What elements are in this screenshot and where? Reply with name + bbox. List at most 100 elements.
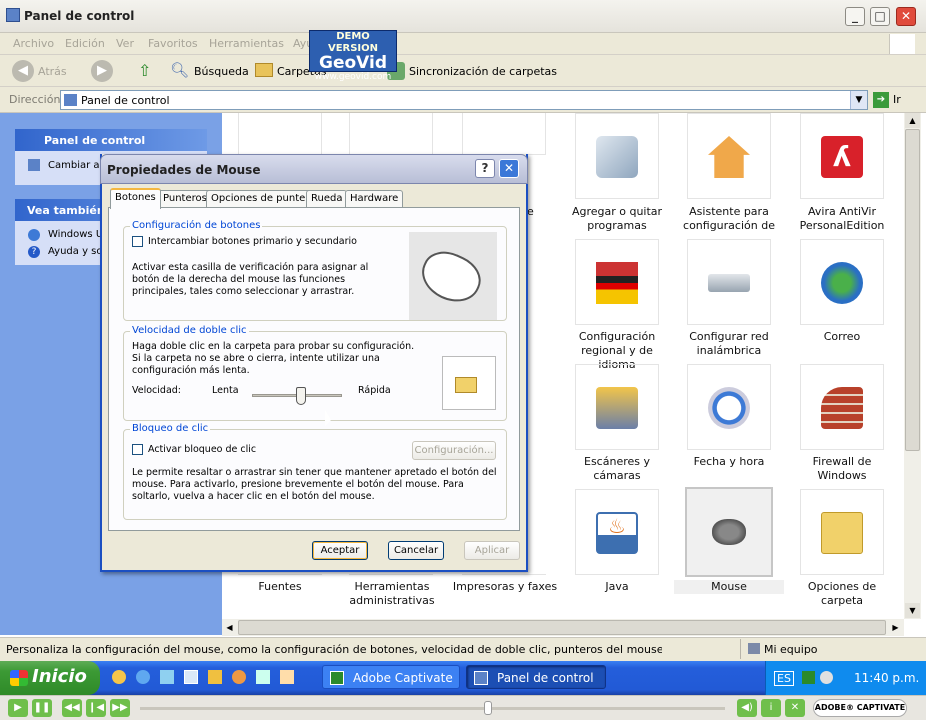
menu-ver[interactable]: Ver xyxy=(116,37,134,50)
watermark-line1: DEMO VERSION xyxy=(327,31,379,54)
menu-favoritos[interactable]: Favoritos xyxy=(148,37,198,50)
horizontal-scrollbar[interactable]: ◀ ▶ xyxy=(222,619,904,636)
quick-launch-icon[interactable] xyxy=(256,670,270,684)
dialog-close-button[interactable]: ✕ xyxy=(499,159,519,178)
swap-buttons-checkbox[interactable] xyxy=(132,236,143,247)
avira-tile[interactable]: ʎ xyxy=(800,113,884,199)
quick-launch-icon[interactable] xyxy=(280,670,294,684)
scroll-left-icon[interactable]: ◀ xyxy=(222,620,237,635)
volume-icon[interactable]: ◀) xyxy=(737,699,757,717)
minimize-button[interactable]: _ xyxy=(845,7,865,26)
address-label: Dirección xyxy=(9,93,61,106)
help-button[interactable]: ? xyxy=(475,159,495,178)
folder-options-tile[interactable] xyxy=(800,489,884,575)
window-title-bar: Panel de control _ □ ✕ xyxy=(0,0,926,33)
scroll-thumb[interactable] xyxy=(905,129,920,451)
close-player-icon[interactable]: ✕ xyxy=(785,699,805,717)
click-lock-checkbox[interactable] xyxy=(132,444,143,455)
address-input[interactable]: Panel de control ▼ xyxy=(60,90,868,110)
start-label: Inicio xyxy=(32,666,87,687)
list-item[interactable] xyxy=(238,113,322,155)
scanners-cameras-tile[interactable] xyxy=(575,364,659,450)
taskbar-item-control-panel[interactable]: Panel de control xyxy=(466,665,606,689)
tab-hardware[interactable]: Hardware xyxy=(345,190,404,208)
speed-label: Velocidad: xyxy=(132,385,182,396)
up-folder-icon[interactable]: ⇧ xyxy=(138,61,158,81)
search-button-label[interactable]: Búsqueda xyxy=(194,65,249,78)
taskbar-item-captivate[interactable]: Adobe Captivate xyxy=(322,665,460,689)
windows-flag-icon xyxy=(10,670,28,686)
hscroll-thumb[interactable] xyxy=(238,620,886,635)
mouse-icon xyxy=(712,519,746,545)
speed-slider-thumb[interactable] xyxy=(295,387,306,405)
next-icon[interactable]: ▶▶ xyxy=(110,699,130,717)
quick-launch-icon[interactable] xyxy=(112,670,126,684)
go-button-label[interactable]: Ir xyxy=(893,93,901,106)
add-remove-programs-tile[interactable] xyxy=(575,113,659,199)
button-config-desc: Activar esta casilla de verificación par… xyxy=(132,262,369,297)
group-title: Velocidad de doble clic xyxy=(130,325,249,336)
scroll-down-icon[interactable]: ▼ xyxy=(905,603,920,618)
menu-archivo[interactable]: Archivo xyxy=(13,37,54,50)
list-item[interactable] xyxy=(462,113,546,155)
menu-herramientas[interactable]: Herramientas xyxy=(209,37,284,50)
mail-tile[interactable] xyxy=(800,239,884,325)
chevron-down-icon[interactable]: ▼ xyxy=(850,91,867,109)
progress-track[interactable] xyxy=(140,707,725,710)
captivate-brand: ADOBE® CAPTIVATE xyxy=(813,699,907,717)
quick-launch-icon[interactable] xyxy=(232,670,246,684)
test-folder-icon[interactable] xyxy=(455,377,477,393)
info-icon[interactable]: i xyxy=(761,699,781,717)
tray-icon[interactable] xyxy=(802,671,815,684)
play-icon[interactable]: ▶ xyxy=(8,699,28,717)
dialog-title-bar: Propiedades de Mouse ? ✕ xyxy=(100,154,528,184)
java-tile[interactable]: ♨ xyxy=(575,489,659,575)
menu-bar: Archivo Edición Ver Favoritos Herramient… xyxy=(0,33,926,55)
cancel-button[interactable]: Cancelar xyxy=(388,541,444,560)
tab-punteros[interactable]: Punteros xyxy=(158,190,212,208)
control-panel-icon xyxy=(6,8,20,22)
watermark-line3: www.geovid.com xyxy=(314,72,392,82)
forward-arrow-icon[interactable]: ▶ xyxy=(91,60,113,82)
go-arrow-icon[interactable]: ➔ xyxy=(873,92,889,108)
regional-settings-tile[interactable] xyxy=(575,239,659,325)
menu-edicion[interactable]: Edición xyxy=(65,37,105,50)
clock: 11:40 p.m. xyxy=(854,671,920,685)
search-icon[interactable]: 🔍︎ xyxy=(170,61,190,81)
previous-icon[interactable]: ❙◀ xyxy=(86,699,106,717)
test-folder-area[interactable] xyxy=(442,356,496,410)
wireless-setup-tile[interactable] xyxy=(687,239,771,325)
quick-launch-icon[interactable] xyxy=(160,670,174,684)
rewind-icon[interactable]: ◀◀ xyxy=(62,699,82,717)
language-indicator[interactable]: ES xyxy=(774,671,794,686)
mouse-tile[interactable] xyxy=(685,487,773,577)
date-time-tile[interactable] xyxy=(687,364,771,450)
maximize-button[interactable]: □ xyxy=(870,7,890,26)
desktop-icon[interactable] xyxy=(184,670,198,684)
network-setup-tile[interactable] xyxy=(687,113,771,199)
click-lock-settings-button[interactable]: Configuración... xyxy=(412,441,496,460)
tray-icon[interactable] xyxy=(820,671,833,684)
speed-slider[interactable] xyxy=(252,387,342,405)
ok-button[interactable]: Aceptar xyxy=(312,541,368,560)
back-button-label[interactable]: Atrás xyxy=(38,65,67,78)
quick-launch-icon[interactable] xyxy=(208,670,222,684)
vertical-scrollbar[interactable]: ▲ ▼ xyxy=(904,113,921,619)
tab-opciones-puntero[interactable]: Opciones de puntero xyxy=(206,190,321,208)
list-item[interactable] xyxy=(349,113,433,155)
close-button[interactable]: ✕ xyxy=(896,7,916,26)
scroll-right-icon[interactable]: ▶ xyxy=(888,620,903,635)
apply-button[interactable]: Aplicar xyxy=(464,541,520,560)
taskbar-item-label: Panel de control xyxy=(497,671,594,685)
tab-rueda[interactable]: Rueda xyxy=(306,190,348,208)
mouse-properties-dialog: Propiedades de Mouse ? ✕ Botones Puntero… xyxy=(100,154,528,572)
scroll-up-icon[interactable]: ▲ xyxy=(905,113,920,128)
browser-icon[interactable] xyxy=(136,670,150,684)
tab-botones[interactable]: Botones xyxy=(110,188,161,209)
folders-icon[interactable] xyxy=(255,63,273,77)
firewall-tile[interactable] xyxy=(800,364,884,450)
pause-icon[interactable]: ❚❚ xyxy=(32,699,52,717)
progress-handle[interactable] xyxy=(484,701,492,715)
sync-button-label[interactable]: Sincronización de carpetas xyxy=(409,65,557,78)
back-arrow-icon[interactable]: ◀ xyxy=(12,60,34,82)
